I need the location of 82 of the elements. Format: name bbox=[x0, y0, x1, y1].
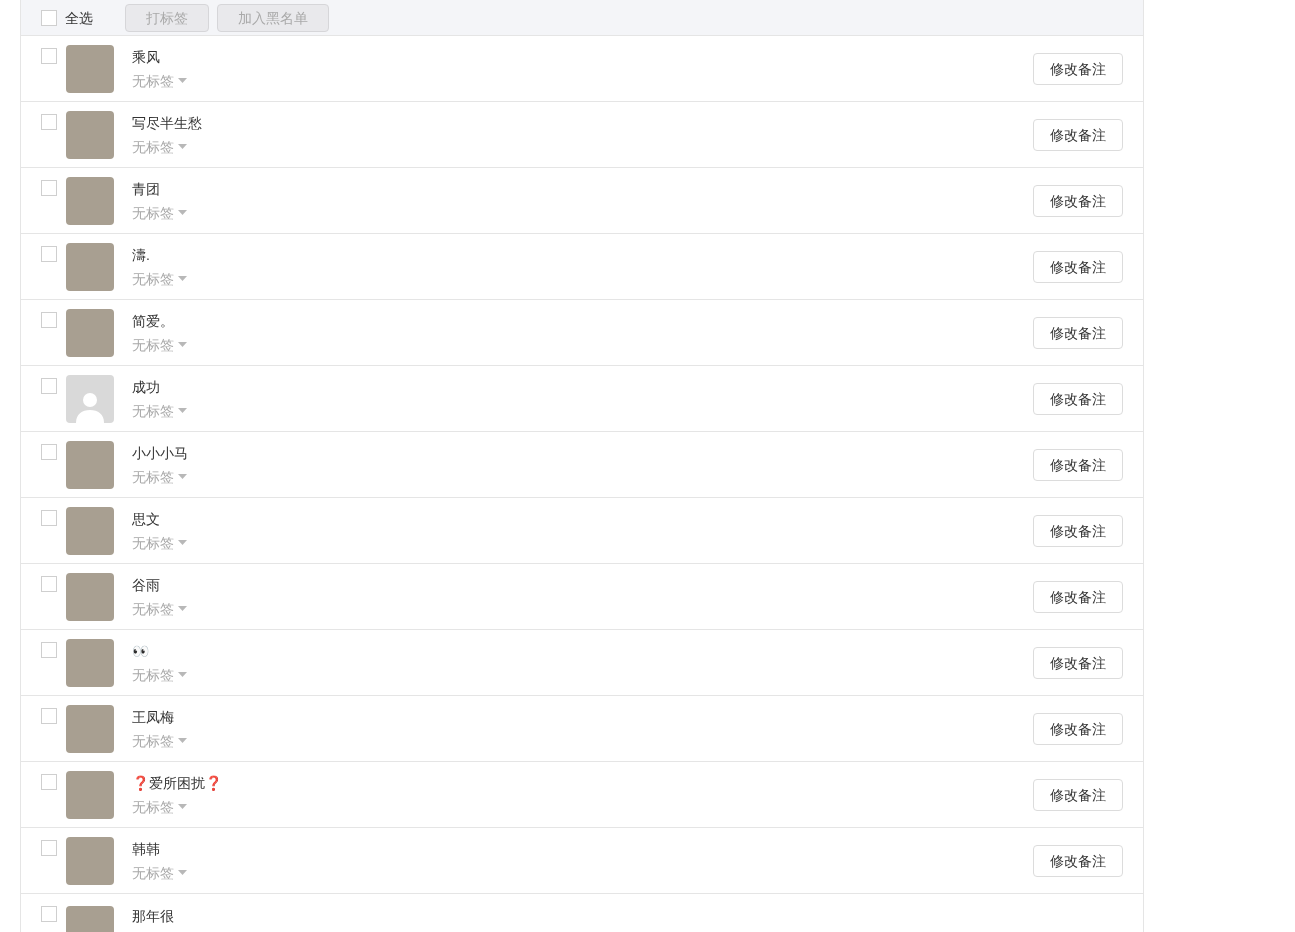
photo-placeholder bbox=[66, 770, 114, 819]
caret-icon bbox=[178, 276, 187, 281]
contact-name: 小小小马 bbox=[132, 443, 189, 463]
caret-icon bbox=[178, 540, 187, 545]
photo-placeholder bbox=[66, 506, 114, 555]
edit-remark-button[interactable]: 修改备注 bbox=[1033, 184, 1123, 217]
edit-remark-button[interactable]: 修改备注 bbox=[1033, 382, 1123, 415]
checkbox[interactable] bbox=[41, 510, 57, 526]
edit-remark-button[interactable]: 修改备注 bbox=[1033, 712, 1123, 745]
caret-icon bbox=[178, 606, 187, 611]
contact-name: 写尽半生愁 bbox=[132, 113, 203, 133]
checkbox[interactable] bbox=[41, 378, 57, 394]
photo-placeholder bbox=[66, 704, 114, 753]
contact-name: 谷雨 bbox=[132, 575, 161, 595]
checkbox[interactable] bbox=[41, 246, 57, 262]
checkbox[interactable] bbox=[41, 642, 57, 658]
caret-icon bbox=[178, 78, 187, 83]
checkbox[interactable] bbox=[41, 840, 57, 856]
caret-icon bbox=[178, 804, 187, 809]
edit-remark-button[interactable]: 修改备注 bbox=[1033, 316, 1123, 349]
tag-dropdown[interactable]: 无标签 bbox=[132, 268, 187, 289]
contact-name: 思文 bbox=[132, 509, 161, 529]
photo-placeholder bbox=[66, 572, 114, 621]
caret-icon bbox=[178, 474, 187, 479]
contact-name: 韩韩 bbox=[132, 839, 161, 859]
checkbox[interactable] bbox=[41, 312, 57, 328]
edit-remark-button[interactable]: 修改备注 bbox=[1033, 646, 1123, 679]
contact-name: ❓爱所困扰❓ bbox=[132, 773, 223, 793]
caret-icon bbox=[178, 738, 187, 743]
tag-dropdown[interactable]: 无标签 bbox=[132, 202, 187, 223]
photo-placeholder bbox=[66, 44, 114, 93]
tag-dropdown[interactable]: 无标签 bbox=[132, 466, 187, 487]
checkbox[interactable] bbox=[41, 9, 57, 26]
contact-name: 王凤梅 bbox=[132, 707, 175, 727]
tag-dropdown[interactable]: 无标签 bbox=[132, 334, 187, 355]
checkbox[interactable] bbox=[41, 114, 57, 130]
edit-remark-button[interactable]: 修改备注 bbox=[1033, 580, 1123, 613]
edit-remark-button[interactable]: 修改备注 bbox=[1033, 118, 1123, 151]
checkbox[interactable] bbox=[41, 708, 57, 724]
contact-name: 👀 bbox=[132, 641, 150, 661]
tag-dropdown[interactable]: 无标签 bbox=[132, 862, 187, 883]
edit-remark-button[interactable]: 修改备注 bbox=[1033, 250, 1123, 283]
caret-icon bbox=[178, 408, 187, 413]
contact-name: 乘风 bbox=[132, 47, 161, 67]
checkbox[interactable] bbox=[41, 774, 57, 790]
edit-remark-button[interactable]: 修改备注 bbox=[1033, 844, 1123, 877]
tag-dropdown[interactable]: 无标签 bbox=[132, 796, 187, 817]
edit-remark-button[interactable]: 修改备注 bbox=[1033, 514, 1123, 547]
checkbox[interactable] bbox=[41, 906, 57, 922]
checkbox[interactable] bbox=[41, 444, 57, 460]
tag-dropdown[interactable]: 无标签 bbox=[132, 598, 187, 619]
checkbox[interactable] bbox=[41, 48, 57, 64]
contact-name: 那年很 bbox=[132, 907, 174, 926]
tag-dropdown[interactable]: 无标签 bbox=[132, 70, 187, 91]
edit-remark-button[interactable]: 修改备注 bbox=[1033, 778, 1123, 811]
photo-placeholder bbox=[66, 110, 114, 159]
photo-placeholder bbox=[66, 176, 114, 225]
edit-remark-button[interactable]: 修改备注 bbox=[1033, 52, 1123, 85]
caret-icon bbox=[178, 342, 187, 347]
tag-dropdown[interactable]: 无标签 bbox=[132, 400, 187, 421]
photo-placeholder bbox=[66, 308, 114, 357]
photo-placeholder bbox=[66, 440, 114, 489]
caret-icon bbox=[178, 210, 187, 215]
caret-icon bbox=[178, 144, 187, 149]
photo-placeholder bbox=[66, 242, 114, 291]
checkbox[interactable] bbox=[41, 180, 57, 196]
checkbox[interactable] bbox=[41, 576, 57, 592]
caret-icon bbox=[178, 672, 187, 677]
contact-name: 青团 bbox=[132, 179, 161, 199]
contact-name: 濤. bbox=[132, 245, 151, 265]
photo-placeholder bbox=[66, 638, 114, 687]
contact-name: 成功 bbox=[132, 377, 161, 397]
tag-dropdown[interactable]: 无标签 bbox=[132, 136, 187, 157]
default-avatar-icon bbox=[66, 374, 114, 423]
edit-remark-button[interactable]: 修改备注 bbox=[1033, 448, 1123, 481]
caret-icon bbox=[178, 870, 187, 875]
tag-dropdown[interactable]: 无标签 bbox=[132, 730, 187, 751]
contact-name: 简爱。 bbox=[132, 311, 175, 331]
photo-placeholder bbox=[66, 836, 114, 885]
tag-dropdown[interactable]: 无标签 bbox=[132, 532, 187, 553]
select-all-label: 全选 bbox=[65, 8, 93, 28]
tag-dropdown[interactable]: 无标签 bbox=[132, 664, 187, 685]
